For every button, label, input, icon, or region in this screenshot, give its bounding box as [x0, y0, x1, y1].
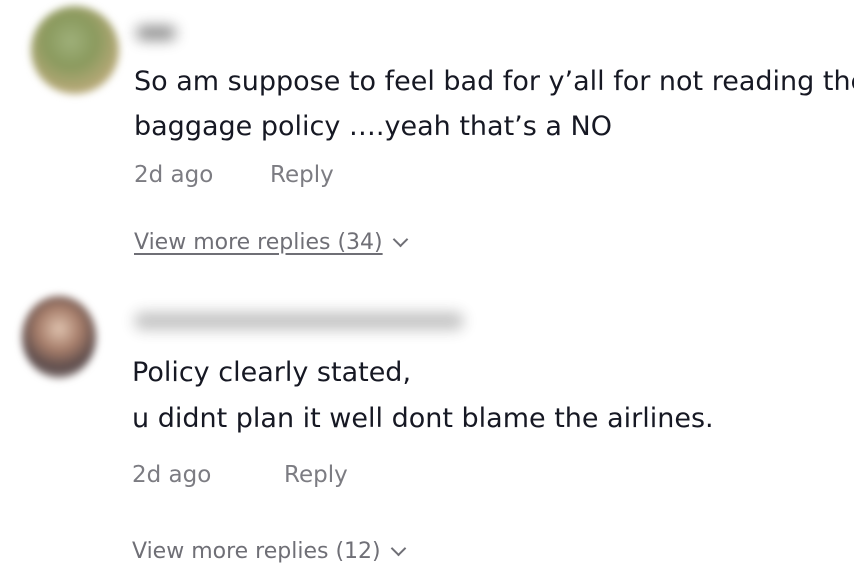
- username-blurred[interactable]: [134, 312, 464, 330]
- comment-text-line: So am suppose to feel bad for y’all for …: [134, 66, 854, 97]
- chevron-down-icon: [390, 540, 406, 557]
- avatar[interactable]: [31, 6, 119, 94]
- comment-text-line: baggage policy ….yeah that’s a NO: [134, 111, 612, 142]
- comment-timestamp: 2d ago: [132, 462, 212, 488]
- chevron-down-icon: [392, 231, 408, 248]
- comment-text-line: Policy clearly stated,: [132, 357, 412, 388]
- comment-text-line: u didnt plan it well dont blame the airl…: [132, 403, 714, 434]
- comments-section: So am suppose to feel bad for y’all for …: [0, 0, 854, 581]
- view-more-replies-label: View more replies (34): [134, 230, 383, 255]
- view-more-replies-button[interactable]: View more replies (12): [132, 539, 406, 564]
- avatar[interactable]: [22, 296, 96, 378]
- view-more-replies-label: View more replies (12): [132, 539, 381, 564]
- reply-button[interactable]: Reply: [270, 162, 334, 188]
- view-more-replies-button[interactable]: View more replies (34): [134, 230, 408, 255]
- reply-button[interactable]: Reply: [284, 462, 348, 488]
- comment-timestamp: 2d ago: [134, 162, 214, 188]
- username-blurred[interactable]: [136, 26, 176, 40]
